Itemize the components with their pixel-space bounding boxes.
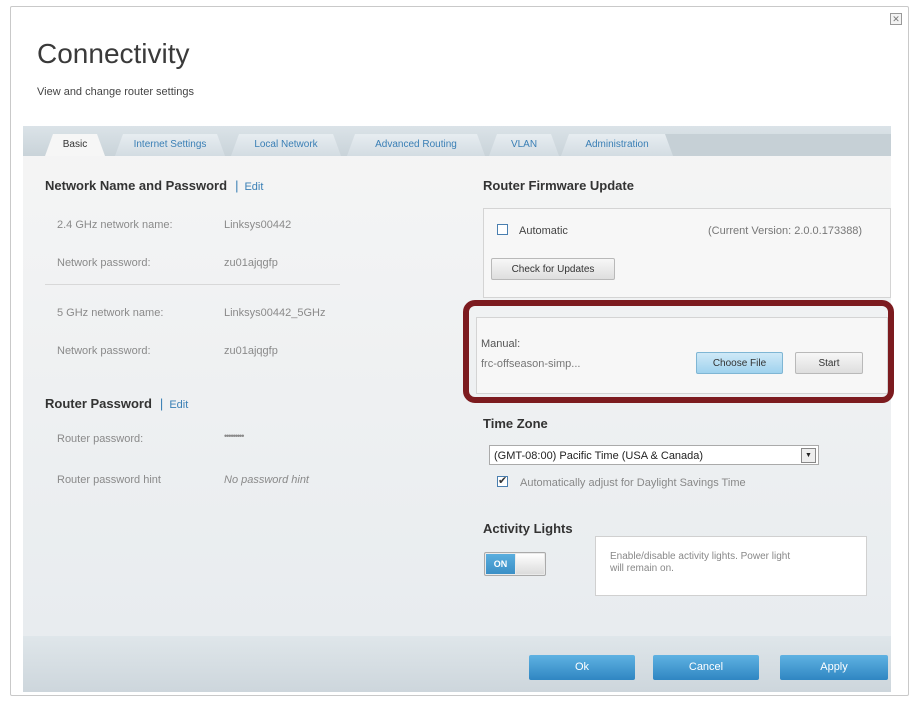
activity-info-box: Enable/disable activity lights. Power li… [595,536,867,596]
tab-bar: Basic Internet Settings Local Network Ad… [23,126,891,156]
tab-local-network[interactable]: Local Network [231,134,341,156]
dropdown-arrow-icon[interactable]: ▼ [801,448,816,463]
highlight-annotation [463,300,894,403]
activity-lights-toggle[interactable]: ON [484,552,546,576]
current-version: (Current Version: 2.0.0.173388) [708,225,863,237]
network-section-title: Network Name and Password | Edit [45,178,263,193]
activity-section-title: Activity Lights [483,521,573,536]
page-title: Connectivity [37,38,190,69]
wifi5-password-label: Network password: [57,345,151,357]
router-password-label: Router password: [57,433,144,445]
automatic-label: Automatic [519,225,568,237]
apply-button[interactable]: Apply [780,655,888,680]
router-password-hint-label: Router password hint [57,474,161,486]
timezone-selected-value: (GMT-08:00) Pacific Time (USA & Canada) [494,450,704,462]
router-password-edit-link[interactable]: Edit [169,399,188,411]
network-edit-link[interactable]: Edit [244,181,263,193]
firmware-auto-box [483,208,891,298]
wifi5-password-value: zu01ajqgfp [224,345,278,357]
network-edit-separator: | [235,178,239,193]
wifi5-name-label: 5 GHz network name: [57,307,164,319]
dst-label: Automatically adjust for Daylight Saving… [520,477,746,489]
timezone-select[interactable]: (GMT-08:00) Pacific Time (USA & Canada) … [489,445,819,465]
router-password-value: ••••••••• [224,431,244,441]
router-password-hint-value: No password hint [224,474,309,486]
router-password-heading: Router Password [45,396,152,411]
toggle-on-label: ON [486,554,515,574]
wifi5-name-value: Linksys00442_5GHz [224,307,326,319]
tab-internet-settings[interactable]: Internet Settings [115,134,225,156]
dst-checkbox[interactable] [497,474,508,487]
tab-basic[interactable]: Basic [45,134,105,156]
network-section-heading: Network Name and Password [45,178,228,193]
timezone-section-title: Time Zone [483,416,548,431]
tab-advanced-routing[interactable]: Advanced Routing [347,134,485,156]
firmware-section-title: Router Firmware Update [483,178,634,193]
tab-administration[interactable]: Administration [561,134,673,156]
wifi24-name-label: 2.4 GHz network name: [57,219,173,231]
wifi24-password-value: zu01ajqgfp [224,257,278,269]
footer-bar [23,636,891,692]
wifi24-name-value: Linksys00442 [224,219,292,231]
wifi24-password-label: Network password: [57,257,151,269]
cancel-button[interactable]: Cancel [653,655,759,680]
check-for-updates-button[interactable]: Check for Updates [491,258,615,280]
page-subtitle: View and change router settings [37,86,194,98]
router-password-section-title: Router Password | Edit [45,396,188,411]
router-password-edit-separator: | [159,396,164,411]
activity-info-line2: will remain on. [610,563,674,574]
automatic-checkbox[interactable] [497,224,508,235]
ok-button[interactable]: Ok [529,655,635,680]
close-icon[interactable]: ✕ [890,13,902,25]
tab-vlan[interactable]: VLAN [489,134,559,156]
activity-info-line1: Enable/disable activity lights. Power li… [610,551,791,562]
toggle-knob[interactable] [516,554,544,574]
network-divider [45,284,340,285]
